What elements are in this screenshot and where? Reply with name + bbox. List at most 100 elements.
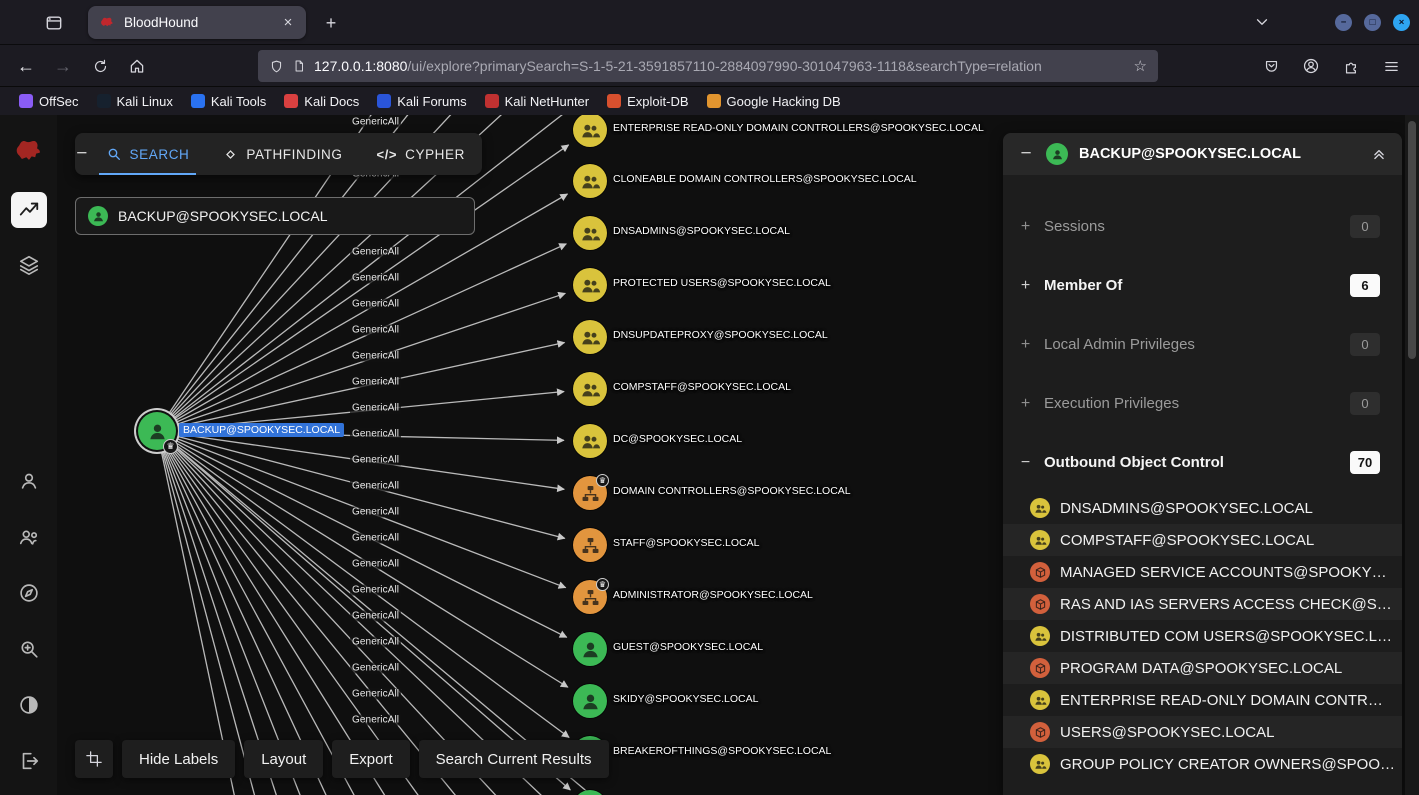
node-label: DNSUPDATEPROXY@SPOOKYSEC.LOCAL <box>613 329 828 341</box>
offsec-icon <box>19 94 33 108</box>
home-button[interactable] <box>121 50 153 82</box>
explore-nav-button[interactable] <box>10 192 47 228</box>
bookmark-star-icon[interactable]: ☆ <box>1134 57 1147 75</box>
group-icon <box>1030 626 1050 646</box>
high-value-badge-icon: ♛ <box>596 578 609 591</box>
graph-canvas[interactable]: GenericAll GenericAll GenericAll GenericAll… <box>57 115 1003 795</box>
bookmark-kali-forums[interactable]: Kali Forums <box>370 91 473 112</box>
bookmark-kali-tools[interactable]: Kali Tools <box>184 91 273 112</box>
edge-label-genericall: GenericAll <box>350 324 402 336</box>
bookmark-exploit-db[interactable]: Exploit-DB <box>600 91 695 112</box>
app-sidebar <box>0 115 57 795</box>
expand-icon[interactable]: + <box>1018 336 1033 354</box>
node-label: CLONEABLE DOMAIN CONTROLLERS@SPOOKYSEC.L… <box>613 173 917 185</box>
panel-section-outbound-object-control[interactable]: − Outbound Object Control 70 <box>1003 433 1402 492</box>
outbound-item-distributed-com-users[interactable]: DISTRIBUTED COM USERS@SPOOKYSEC.L… <box>1003 620 1402 652</box>
bloodhound-favicon-icon <box>101 17 113 26</box>
expand-icon[interactable]: + <box>1018 395 1033 413</box>
panel-section-member-of[interactable]: + Member Of 6 <box>1003 256 1402 315</box>
section-count-badge: 70 <box>1350 451 1380 474</box>
collapse-panel-button[interactable]: − <box>1017 143 1035 165</box>
person-icon[interactable] <box>18 470 40 492</box>
compass-icon[interactable] <box>18 582 40 604</box>
node-label: DNSADMINS@SPOOKYSEC.LOCAL <box>613 225 790 237</box>
back-button[interactable]: ← <box>10 50 42 82</box>
outbound-item-program-data[interactable]: PROGRAM DATA@SPOOKYSEC.LOCAL <box>1003 652 1402 684</box>
bookmark-label: OffSec <box>39 93 79 109</box>
new-tab-button[interactable]: + <box>318 10 344 36</box>
panel-section-sessions[interactable]: + Sessions 0 <box>1003 197 1402 256</box>
tracking-shield-icon[interactable] <box>269 59 284 74</box>
outbound-item-users[interactable]: USERS@SPOOKYSEC.LOCAL <box>1003 716 1402 748</box>
container-icon <box>1030 658 1050 678</box>
list-all-tabs-icon[interactable] <box>1253 13 1273 33</box>
collapse-search-panel-button[interactable]: − <box>75 143 89 165</box>
url-bar[interactable]: 127.0.0.1:8080/ui/explore?primarySearch=… <box>258 50 1158 82</box>
outbound-item-managed-service-accounts[interactable]: MANAGED SERVICE ACCOUNTS@SPOOKY… <box>1003 556 1402 588</box>
edge-label-genericall: GenericAll <box>350 428 402 440</box>
tab-pathfinding[interactable]: PATHFINDING <box>206 133 359 175</box>
search-input[interactable]: BACKUP@SPOOKYSEC.LOCAL <box>75 197 475 235</box>
tab-label: PATHFINDING <box>246 146 343 162</box>
outbound-item-label: DISTRIBUTED COM USERS@SPOOKYSEC.L… <box>1060 627 1392 645</box>
group-icon <box>1030 530 1050 550</box>
bookmark-offsec[interactable]: OffSec <box>12 91 86 112</box>
contrast-icon[interactable] <box>18 694 40 716</box>
firefox-view-icon[interactable] <box>40 9 68 37</box>
manage-users-icon[interactable] <box>18 526 40 548</box>
search-document-icon[interactable] <box>18 638 40 660</box>
bloodhound-app: GenericAll GenericAll GenericAll GenericAll… <box>0 115 1419 795</box>
outbound-item-dnsadmins[interactable]: DNSADMINS@SPOOKYSEC.LOCAL <box>1003 492 1402 524</box>
scrollbar-thumb[interactable] <box>1408 121 1416 359</box>
hide-labels-button[interactable]: Hide Labels <box>122 740 236 778</box>
outbound-item-compstaff[interactable]: COMPSTAFF@SPOOKYSEC.LOCAL <box>1003 524 1402 556</box>
logout-icon[interactable] <box>18 750 40 772</box>
outbound-item-ras-and-ias-servers-access-check[interactable]: RAS AND IAS SERVERS ACCESS CHECK@S… <box>1003 588 1402 620</box>
panel-section-execution-privileges[interactable]: + Execution Privileges 0 <box>1003 374 1402 433</box>
reset-view-button[interactable] <box>75 740 113 778</box>
group-icon <box>1030 498 1050 518</box>
menu-icon[interactable] <box>1375 50 1407 82</box>
node-label: BACKUP@SPOOKYSEC.LOCAL <box>179 423 345 437</box>
window-close-button[interactable]: × <box>1393 14 1410 31</box>
outbound-item-enterprise-read-only-domain-contr[interactable]: ENTERPRISE READ-ONLY DOMAIN CONTR… <box>1003 684 1402 716</box>
group-node-icon <box>573 372 607 406</box>
exploit-db-icon <box>607 94 622 108</box>
tab-search[interactable]: SEARCH <box>89 133 207 175</box>
forward-button[interactable]: → <box>47 50 79 82</box>
layers-icon[interactable] <box>18 254 40 276</box>
graph-toolbar: Hide Labels Layout Export Search Current… <box>75 740 609 778</box>
extensions-icon[interactable] <box>1335 50 1367 82</box>
window-minimize-button[interactable]: − <box>1335 14 1352 31</box>
export-button[interactable]: Export <box>332 740 410 778</box>
account-icon[interactable] <box>1295 50 1327 82</box>
search-value: BACKUP@SPOOKYSEC.LOCAL <box>118 208 328 224</box>
bookmark-kali-docs[interactable]: Kali Docs <box>277 91 366 112</box>
user-node-icon <box>88 206 108 226</box>
tab-cypher[interactable]: </> CYPHER <box>360 133 482 175</box>
panel-section-local-admin-privileges[interactable]: + Local Admin Privileges 0 <box>1003 315 1402 374</box>
bookmark-kali-nethunter[interactable]: Kali NetHunter <box>478 91 597 112</box>
collapse-all-icon[interactable] <box>1370 145 1388 163</box>
browser-navbar: ← → 127.0.0.1:8080/ui/explore?primarySea… <box>0 45 1419 87</box>
user-node-icon <box>573 684 607 718</box>
search-current-results-button[interactable]: Search Current Results <box>418 740 609 778</box>
edge-label-genericall: GenericAll <box>350 246 402 258</box>
outbound-item-group-policy-creator-owners[interactable]: GROUP POLICY CREATOR OWNERS@SPOO… <box>1003 748 1402 780</box>
tab-bloodhound[interactable]: BloodHound × <box>88 6 306 39</box>
bookmark-kali-linux[interactable]: Kali Linux <box>90 91 180 112</box>
bookmark-google-hacking-db[interactable]: Google Hacking DB <box>700 91 848 112</box>
page-info-icon[interactable] <box>292 59 306 73</box>
entity-title: BACKUP@SPOOKYSEC.LOCAL <box>1079 146 1301 162</box>
pocket-icon[interactable] <box>1255 50 1287 82</box>
window-maximize-button[interactable]: □ <box>1364 14 1381 31</box>
expand-icon[interactable]: + <box>1018 218 1033 236</box>
expand-icon[interactable]: + <box>1018 277 1033 295</box>
collapse-icon[interactable]: − <box>1018 454 1033 472</box>
layout-button[interactable]: Layout <box>244 740 324 778</box>
page-scrollbar[interactable] <box>1405 115 1419 795</box>
reload-button[interactable] <box>84 50 116 82</box>
node-label: DOMAIN CONTROLLERS@SPOOKYSEC.LOCAL <box>613 485 851 497</box>
bookmark-label: Kali Linux <box>116 93 173 109</box>
tab-close-icon[interactable]: × <box>278 13 298 33</box>
